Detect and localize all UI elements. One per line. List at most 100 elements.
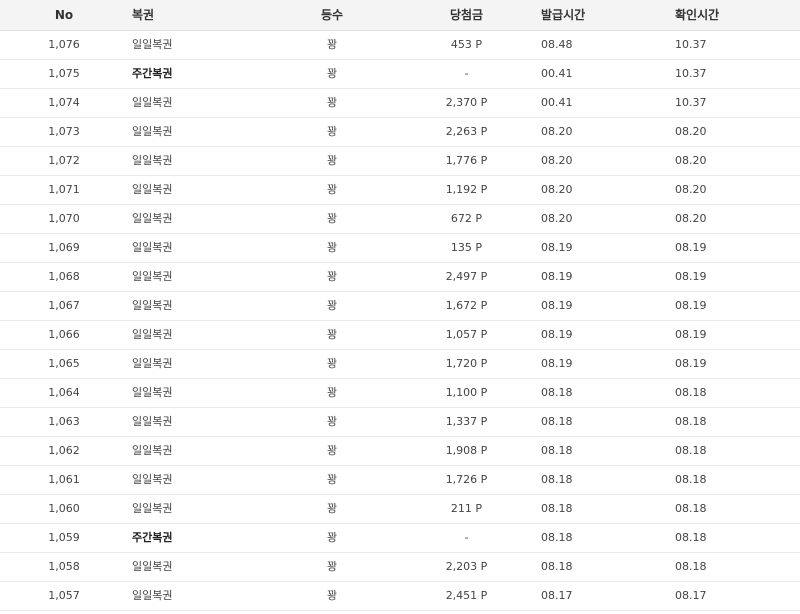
row-number: 1,070 [48,212,80,225]
issued-time: 08.18 [541,386,573,399]
issued-time: 08.17 [541,589,573,602]
prize-rank: 꽝 [326,125,338,138]
prize-rank: 꽝 [326,299,338,312]
table-row: 1,071 일일복권 꽝 1,192 P 08.20 08.20 [0,176,800,205]
row-number: 1,066 [48,328,80,341]
issued-time: 08.18 [541,473,573,486]
table-header: No 복권 등수 당첨금 발급시간 확인시간 [0,0,800,31]
row-number: 1,057 [48,589,80,602]
lottery-type: 일일복권 [132,38,173,51]
row-number: 1,060 [48,502,80,515]
header-type: 복권 [132,8,155,22]
row-number: 1,067 [48,299,80,312]
prize-amount: 1,057 P [445,328,488,341]
prize-rank: 꽝 [326,502,338,515]
table-row: 1,065 일일복권 꽝 1,720 P 08.19 08.19 [0,350,800,379]
prize-amount: - [464,67,469,80]
row-number: 1,064 [48,386,80,399]
checked-time: 08.20 [675,183,707,196]
prize-amount: 1,726 P [445,473,488,486]
lottery-type: 일일복권 [132,241,173,254]
issued-time: 08.18 [541,415,573,428]
table-row: 1,058 일일복권 꽝 2,203 P 08.18 08.18 [0,553,800,582]
row-number: 1,069 [48,241,80,254]
prize-rank: 꽝 [326,560,338,573]
issued-time: 08.20 [541,212,573,225]
prize-amount: - [464,531,469,544]
checked-time: 08.18 [675,473,707,486]
checked-time: 08.19 [675,299,707,312]
table-row: 1,076 일일복권 꽝 453 P 08.48 10.37 [0,31,800,60]
row-number: 1,073 [48,125,80,138]
row-number: 1,061 [48,473,80,486]
issued-time: 08.48 [541,38,573,51]
row-number: 1,075 [48,67,80,80]
prize-rank: 꽝 [326,183,338,196]
issued-time: 08.18 [541,444,573,457]
lottery-type: 일일복권 [132,270,173,283]
lottery-type: 일일복권 [132,299,173,312]
lottery-type: 일일복권 [132,357,173,370]
checked-time: 10.37 [675,38,707,51]
lottery-type: 일일복권 [132,415,173,428]
prize-rank: 꽝 [326,444,338,457]
prize-amount: 2,451 P [445,589,488,602]
row-number: 1,072 [48,154,80,167]
issued-time: 08.19 [541,241,573,254]
prize-amount: 2,497 P [445,270,488,283]
prize-rank: 꽝 [326,212,338,225]
issued-time: 08.19 [541,357,573,370]
row-number: 1,076 [48,38,80,51]
prize-amount: 1,672 P [445,299,488,312]
row-number: 1,074 [48,96,80,109]
prize-amount: 1,100 P [445,386,488,399]
prize-rank: 꽝 [326,96,338,109]
checked-time: 08.17 [675,589,707,602]
prize-rank: 꽝 [326,589,338,602]
lottery-type: 일일복권 [132,560,173,573]
checked-time: 08.19 [675,241,707,254]
row-number: 1,071 [48,183,80,196]
lottery-type: 일일복권 [132,212,173,225]
table-row: 1,057 일일복권 꽝 2,451 P 08.17 08.17 [0,582,800,611]
prize-amount: 1,337 P [445,415,488,428]
table-row: 1,073 일일복권 꽝 2,263 P 08.20 08.20 [0,118,800,147]
prize-amount: 1,908 P [445,444,488,457]
row-number: 1,063 [48,415,80,428]
prize-amount: 211 P [450,502,483,515]
checked-time: 08.19 [675,328,707,341]
issued-time: 08.19 [541,299,573,312]
table-row: 1,064 일일복권 꽝 1,100 P 08.18 08.18 [0,379,800,408]
lottery-type: 일일복권 [132,444,173,457]
table-row: 1,063 일일복권 꽝 1,337 P 08.18 08.18 [0,408,800,437]
prize-amount: 672 P [450,212,483,225]
issued-time: 08.19 [541,270,573,283]
lottery-type: 일일복권 [132,589,173,602]
checked-time: 08.18 [675,444,707,457]
checked-time: 08.20 [675,212,707,225]
issued-time: 00.41 [541,67,573,80]
lottery-type: 일일복권 [132,328,173,341]
prize-amount: 1,192 P [445,183,488,196]
checked-time: 08.20 [675,154,707,167]
lottery-type: 일일복권 [132,473,173,486]
prize-rank: 꽝 [326,386,338,399]
checked-time: 10.37 [675,67,707,80]
lottery-type: 일일복권 [132,183,173,196]
table-row: 1,067 일일복권 꽝 1,672 P 08.19 08.19 [0,292,800,321]
checked-time: 08.18 [675,531,707,544]
prize-rank: 꽝 [326,328,338,341]
lottery-type: 일일복권 [132,502,173,515]
row-number: 1,062 [48,444,80,457]
issued-time: 08.20 [541,154,573,167]
prize-rank: 꽝 [326,38,338,51]
header-no: No [54,8,74,22]
issued-time: 08.19 [541,328,573,341]
issued-time: 00.41 [541,96,573,109]
checked-time: 08.20 [675,125,707,138]
header-issued-time: 발급시간 [541,8,586,22]
prize-amount: 453 P [450,38,483,51]
prize-rank: 꽝 [326,415,338,428]
prize-rank: 꽝 [326,67,338,80]
checked-time: 08.18 [675,415,707,428]
